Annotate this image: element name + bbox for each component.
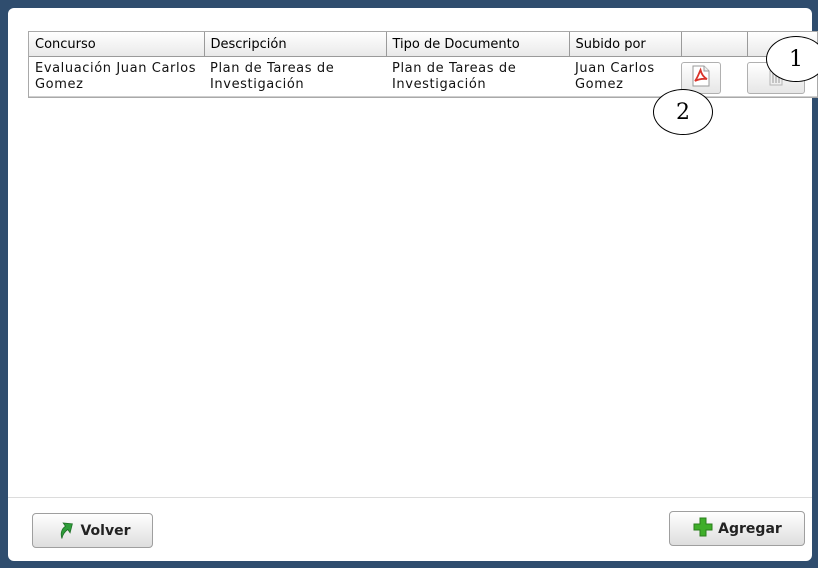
column-header-download: [681, 32, 748, 57]
back-button[interactable]: Volver: [32, 513, 153, 548]
documents-table: Concurso Descripción Tipo de Documento S…: [29, 32, 817, 97]
cell-tipo-documento: Plan de Tareas de Investigación: [392, 61, 517, 92]
table-row[interactable]: Evaluación Juan Carlos Gomez Plan de Tar…: [29, 57, 817, 98]
add-button-label: Agregar: [718, 520, 782, 537]
back-button-label: Volver: [80, 522, 131, 539]
pdf-icon: [691, 65, 711, 92]
callout-1: 1: [766, 36, 818, 82]
column-header-concurso[interactable]: Concurso: [29, 32, 205, 57]
column-header-subido-por[interactable]: Subido por: [569, 32, 682, 57]
cell-descripcion: Plan de Tareas de Investigación: [210, 61, 335, 92]
cell-concurso: Evaluación Juan Carlos Gomez: [35, 61, 197, 92]
table-header-row: Concurso Descripción Tipo de Documento S…: [29, 32, 817, 57]
add-button[interactable]: Agregar: [669, 511, 805, 546]
cell-subido-por: Juan Carlos Gomez: [575, 61, 655, 92]
footer-divider: [8, 497, 812, 498]
back-arrow-icon: [54, 519, 76, 543]
documents-grid: Concurso Descripción Tipo de Documento S…: [28, 31, 818, 98]
callout-2: 2: [653, 89, 713, 135]
plus-icon: [692, 516, 714, 542]
column-header-tipo-documento[interactable]: Tipo de Documento: [386, 32, 570, 57]
column-header-descripcion[interactable]: Descripción: [204, 32, 387, 57]
